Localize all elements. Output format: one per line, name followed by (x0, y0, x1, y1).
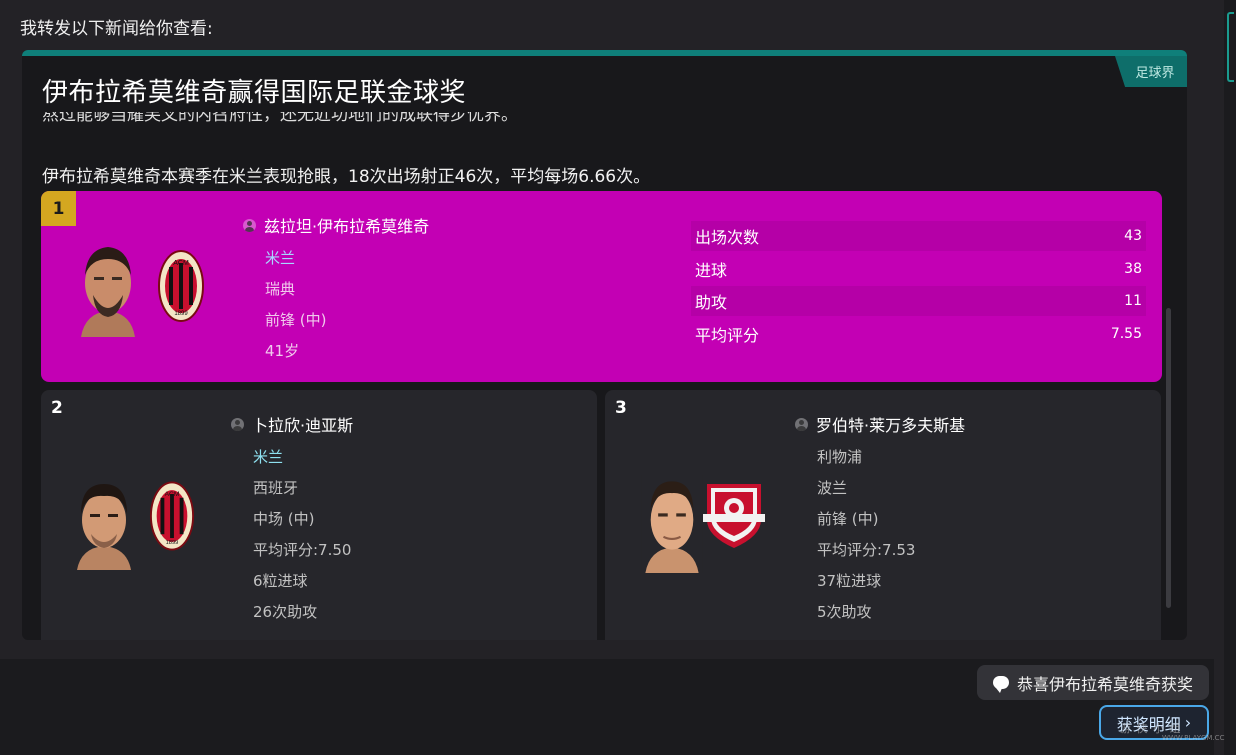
club-badge-ac-milan: ACM 1899 (158, 250, 204, 322)
player-assists: 26次助攻 (253, 603, 318, 621)
site-watermark: 游 侠 小 组 WWW.PLAYGM.CC (1120, 722, 1225, 742)
player-nationality: 瑞典 (265, 280, 296, 298)
player-face-lewandowski (641, 475, 703, 573)
player-nationality: 西班牙 (253, 479, 299, 497)
player-name[interactable]: 兹拉坦·伊布拉希莫维奇 (264, 213, 429, 237)
news-body: 伊布拉希莫维奇本赛季在米兰表现抢眼，18次出场射正46次，平均每场6.66次。 (42, 167, 651, 187)
player-club-link[interactable]: 米兰 (253, 447, 353, 467)
stat-row-goals: 进球 38 (695, 260, 1142, 280)
club-badge-ac-milan: ACM 1899 (149, 481, 195, 551)
chat-bubble-icon (992, 676, 1009, 693)
intro-text: 我转发以下新闻给你查看: (20, 19, 213, 39)
club-badge-liverpool (703, 484, 765, 548)
player-nationality: 波兰 (817, 479, 848, 497)
news-card: 足球界 伊布拉希莫维奇赢得国际足联金球奖 熬过能够当耀芙叉的内召府性，还无近功地… (22, 50, 1187, 640)
ranking-card-2[interactable]: 2 ACM 1899 卜拉欣·迪亚斯 米兰 西班牙 中场 (中) 平均评分:7.… (41, 390, 597, 640)
card-scrollbar[interactable] (1166, 308, 1171, 608)
player-goals: 37粒进球 (817, 572, 882, 590)
ranking-card-1[interactable]: 1 ACM 1899 兹拉坦·伊布拉希莫维奇 米兰 瑞典 前锋 (中) 41岁 … (41, 191, 1162, 382)
player-rating: 平均评分:7.50 (253, 541, 352, 559)
player-face-diaz (71, 478, 137, 570)
news-headline: 伊布拉希莫维奇赢得国际足联金球奖 (42, 78, 467, 108)
rank-number: 3 (615, 398, 627, 418)
rank-number: 2 (51, 398, 63, 418)
person-icon (231, 417, 244, 431)
player-goals: 6粒进球 (253, 572, 308, 590)
player-stats-table: 出场次数 43 进球 38 助攻 11 平均评分 7.55 (691, 221, 1146, 351)
side-panel-tab[interactable] (1227, 12, 1234, 82)
svg-text:1899: 1899 (174, 311, 188, 317)
player-name[interactable]: 罗伯特·莱万多夫斯基 (816, 412, 965, 436)
player-age: 41岁 (265, 342, 300, 360)
clipped-text: 熬过能够当耀芙叉的内召府性，还无近功地们的成联得步优界。 (42, 112, 518, 125)
side-panel-edge (1224, 0, 1236, 755)
person-icon (795, 417, 808, 431)
player-position: 前锋 (中) (817, 510, 879, 528)
player-position: 中场 (中) (253, 510, 315, 528)
category-tag: 足球界 (1115, 56, 1187, 87)
svg-text:ACM: ACM (173, 260, 189, 267)
svg-text:ACM: ACM (165, 491, 180, 498)
player-face-ibrahimovic (75, 239, 141, 337)
card-accent-bar (22, 50, 1187, 56)
player-info-2: 卜拉欣·迪亚斯 米兰 西班牙 中场 (中) 平均评分:7.50 6粒进球 26次… (231, 412, 353, 622)
player-club[interactable]: 利物浦 (817, 447, 965, 467)
person-icon (243, 218, 256, 232)
stat-row-assists: 助攻 11 (691, 286, 1146, 316)
player-info-1: 兹拉坦·伊布拉希莫维奇 米兰 瑞典 前锋 (中) 41岁 (243, 213, 429, 361)
congratulate-reply-button[interactable]: 恭喜伊布拉希莫维奇获奖 (977, 665, 1209, 700)
ranking-card-3[interactable]: 3 罗伯特·莱万多夫斯基 利物浦 波兰 前锋 (中) 平均评分:7.53 37粒… (605, 390, 1161, 640)
stat-row-avg-rating: 平均评分 7.55 (695, 325, 1142, 345)
player-info-3: 罗伯特·莱万多夫斯基 利物浦 波兰 前锋 (中) 平均评分:7.53 37粒进球… (795, 412, 965, 622)
player-club-link[interactable]: 米兰 (265, 248, 429, 268)
player-rating: 平均评分:7.53 (817, 541, 916, 559)
stat-row-appearances: 出场次数 43 (691, 221, 1146, 251)
reply-label: 恭喜伊布拉希莫维奇获奖 (1016, 674, 1193, 694)
player-position: 前锋 (中) (265, 311, 327, 329)
player-name[interactable]: 卜拉欣·迪亚斯 (252, 412, 353, 436)
rank-badge: 1 (41, 191, 76, 226)
player-assists: 5次助攻 (817, 603, 872, 621)
svg-text:1899: 1899 (166, 540, 179, 546)
